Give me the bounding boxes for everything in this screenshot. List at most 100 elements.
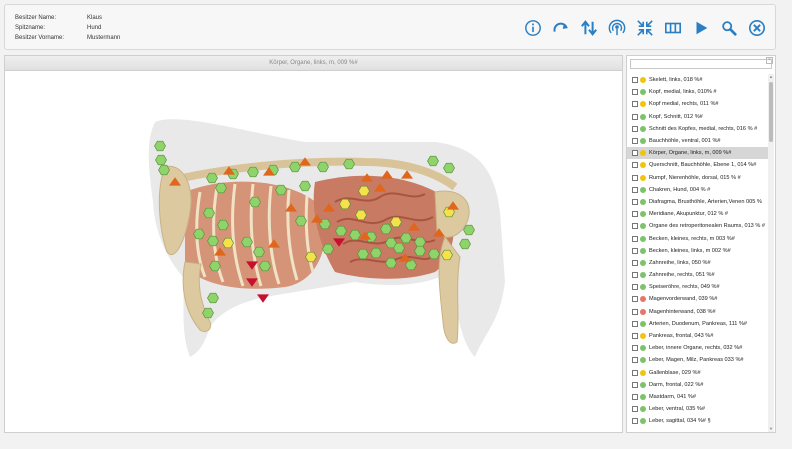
layer-list-item[interactable]: Skelett, links, 018 %# <box>627 74 768 86</box>
acupuncture-point-marker[interactable] <box>299 180 311 192</box>
layer-checkbox[interactable] <box>632 272 638 279</box>
acupuncture-point-marker[interactable] <box>405 259 417 271</box>
scroll-up-arrow-icon[interactable]: ▲ <box>768 74 774 80</box>
rotate-button[interactable] <box>551 18 571 38</box>
layer-list-item[interactable]: Schnitt des Kopfes, medial, rechts, 016 … <box>627 123 768 135</box>
layer-checkbox[interactable] <box>632 162 638 169</box>
layer-checkbox[interactable] <box>632 259 638 266</box>
layer-checkbox[interactable] <box>632 138 638 145</box>
yellow-point-marker[interactable] <box>222 237 234 249</box>
layer-list-item[interactable]: Magenvorderwand, 039 %# <box>627 293 768 305</box>
layer-checkbox[interactable] <box>632 198 638 205</box>
layer-list-item[interactable]: Kopf, medial, links, 010% # <box>627 86 768 98</box>
layer-list-item[interactable]: Rumpf, Nierenhöhle, dorsal, 015 % # <box>627 172 768 184</box>
flip-button[interactable] <box>579 18 599 38</box>
layer-list-item[interactable]: Kopf, Schnitt, 012 %# <box>627 111 768 123</box>
close-button[interactable] <box>747 18 767 38</box>
acupuncture-point-marker[interactable] <box>463 224 475 236</box>
layer-list-item[interactable]: Speiseröhre, rechts, 049 %# <box>627 281 768 293</box>
layer-list-item[interactable]: Organe des retroperitonealen Raums, 013 … <box>627 220 768 232</box>
yellow-point-marker[interactable] <box>355 209 367 221</box>
acupuncture-point-marker[interactable] <box>414 245 426 257</box>
acupuncture-point-marker[interactable] <box>158 164 170 176</box>
acupuncture-point-marker[interactable] <box>193 228 205 240</box>
layer-checkbox[interactable] <box>632 320 638 327</box>
layer-checkbox[interactable] <box>632 235 638 242</box>
yellow-point-marker[interactable] <box>390 216 402 228</box>
info-button[interactable] <box>523 18 543 38</box>
clear-search-button[interactable]: × <box>766 57 773 64</box>
acupuncture-point-marker[interactable] <box>207 292 219 304</box>
layer-checkbox[interactable] <box>632 381 638 388</box>
acupuncture-point-marker[interactable] <box>370 247 382 259</box>
acupuncture-point-marker[interactable] <box>335 225 347 237</box>
layer-list-item[interactable]: Zahnreihe, links, 050 %# <box>627 257 768 269</box>
layer-checkbox[interactable] <box>632 308 638 315</box>
acupuncture-point-marker[interactable] <box>275 184 287 196</box>
layer-checkbox[interactable] <box>632 125 638 132</box>
acupuncture-point-marker[interactable] <box>155 154 167 166</box>
layer-list-item[interactable]: Leber, ventral, 035 %# <box>627 403 768 415</box>
layer-checkbox[interactable] <box>632 357 638 364</box>
acupuncture-point-marker[interactable] <box>393 242 405 254</box>
acupuncture-point-marker[interactable] <box>247 166 259 178</box>
layer-checkbox[interactable] <box>632 345 638 352</box>
layer-checkbox[interactable] <box>632 89 638 96</box>
layer-list-item[interactable]: Zahnreihe, rechts, 051 %# <box>627 269 768 281</box>
layer-list-item[interactable]: Magenhinterwand, 038 %# <box>627 306 768 318</box>
acupuncture-point-marker[interactable] <box>357 248 369 260</box>
layer-list-item[interactable]: Meridiane, Akupunktur, 012 % # <box>627 208 768 220</box>
acupuncture-point-marker[interactable] <box>209 260 221 272</box>
layer-checkbox[interactable] <box>632 174 638 181</box>
acupuncture-point-marker[interactable] <box>289 161 301 173</box>
layer-list-item[interactable]: Darm, frontal, 022 %# <box>627 379 768 391</box>
acupuncture-point-marker[interactable] <box>207 235 219 247</box>
layer-list-item[interactable]: Gallenblase, 029 %# <box>627 367 768 379</box>
acupuncture-point-marker[interactable] <box>322 243 334 255</box>
red-triangle-marker[interactable] <box>257 294 269 303</box>
acupuncture-point-marker[interactable] <box>206 172 218 184</box>
anatomy-canvas[interactable] <box>5 72 622 432</box>
acupuncture-point-marker[interactable] <box>295 215 307 227</box>
yellow-point-marker[interactable] <box>305 251 317 263</box>
search-button[interactable] <box>719 18 739 38</box>
acupuncture-point-marker[interactable] <box>428 248 440 260</box>
layer-list-item[interactable]: Leber, sagittal, 034 %# § <box>627 415 768 427</box>
yellow-point-marker[interactable] <box>441 249 453 261</box>
acupuncture-point-marker[interactable] <box>202 307 214 319</box>
layer-list-item[interactable]: Leber, Magen, Milz, Pankreas 033 %# <box>627 354 768 366</box>
acupuncture-point-marker[interactable] <box>380 223 392 235</box>
acupuncture-point-marker[interactable] <box>385 257 397 269</box>
list-scrollbar[interactable]: ▲ ▼ <box>768 74 774 432</box>
layer-checkbox[interactable] <box>632 186 638 193</box>
play-button[interactable] <box>691 18 711 38</box>
layer-list-item[interactable]: Querschnitt, Bauchhöhle, Ebene 1, 014 %# <box>627 159 768 171</box>
layer-checkbox[interactable] <box>632 77 638 84</box>
acupuncture-point-marker[interactable] <box>215 182 227 194</box>
layer-list-item[interactable]: Mastdarm, 041 %# <box>627 391 768 403</box>
layer-list-item[interactable]: Chakren, Hund, 004 % # <box>627 184 768 196</box>
layer-checkbox[interactable] <box>632 113 638 120</box>
compress-button[interactable] <box>635 18 655 38</box>
acupuncture-point-marker[interactable] <box>259 260 271 272</box>
layer-checkbox[interactable] <box>632 101 638 108</box>
layer-list-item[interactable]: Bauchhöhle, ventral, 001 %# <box>627 135 768 147</box>
layer-list-item[interactable]: Diafragma, Brusthöhle, Arterien,Venen 00… <box>627 196 768 208</box>
layer-checkbox[interactable] <box>632 406 638 413</box>
acupuncture-point-marker[interactable] <box>217 219 229 231</box>
signal-button[interactable] <box>607 18 627 38</box>
layer-checkbox[interactable] <box>632 418 638 425</box>
columns-button[interactable] <box>663 18 683 38</box>
acupuncture-point-marker[interactable] <box>249 196 261 208</box>
acupuncture-point-marker[interactable] <box>400 232 412 244</box>
search-input[interactable] <box>630 59 772 69</box>
layer-checkbox[interactable] <box>632 150 638 157</box>
acupuncture-point-marker[interactable] <box>443 162 455 174</box>
layer-list-item[interactable]: Leber, innere Organe, rechts, 032 %# <box>627 342 768 354</box>
yellow-point-marker[interactable] <box>339 198 351 210</box>
layer-list-item[interactable]: Körper, Organe, links, m, 009 %# <box>627 147 768 160</box>
layer-list-item[interactable]: Arterien, Duodenum, Pankreas, 111 %# <box>627 318 768 330</box>
layer-checkbox[interactable] <box>632 223 638 230</box>
scroll-thumb[interactable] <box>769 82 773 142</box>
layer-list-item[interactable]: Pankreas, frontal, 043 %# <box>627 330 768 342</box>
